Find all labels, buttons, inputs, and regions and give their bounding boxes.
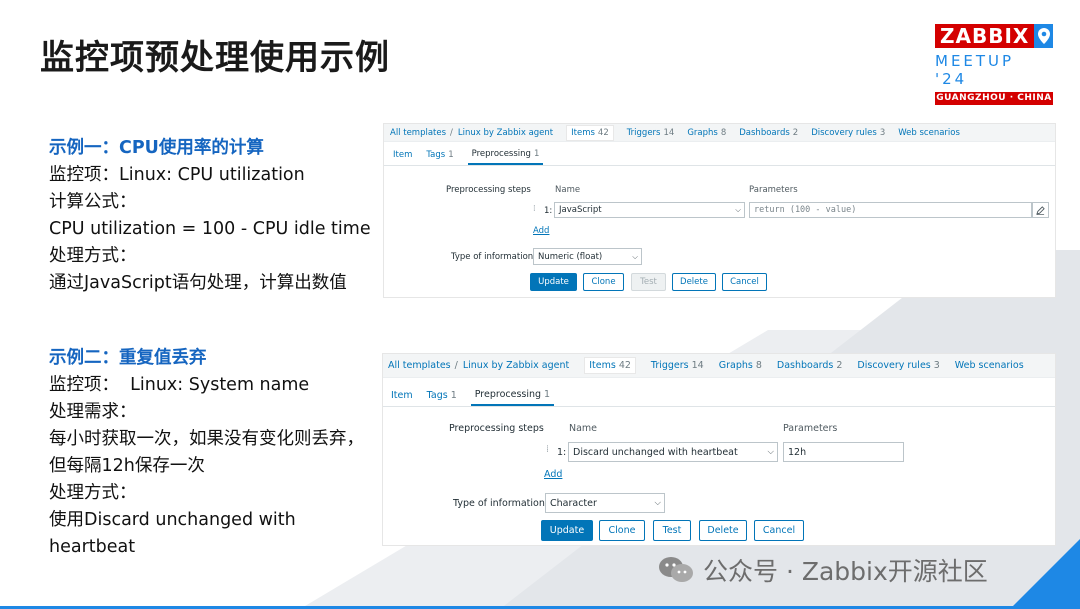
crumb-web-scenarios[interactable]: Web scenarios (898, 128, 960, 138)
test-button[interactable]: Test (653, 520, 691, 541)
cancel-button[interactable]: Cancel (754, 520, 804, 541)
tab-item[interactable]: Item (391, 390, 419, 406)
type-of-information-select[interactable]: Character ⌵ (545, 493, 665, 513)
form-tabs: Item Tags 1 Preprocessing 1 (383, 378, 1055, 407)
heartbeat-input[interactable]: 12h (783, 442, 904, 462)
crumb-triggers[interactable]: Triggers 14 (651, 360, 704, 371)
text-line: 监控项： Linux: System name (49, 375, 310, 395)
text-line: 处理方式： (49, 483, 137, 503)
crumb-template[interactable]: Linux by Zabbix agent (463, 360, 569, 371)
text-line: 监控项：Linux: CPU utilization (49, 165, 305, 185)
tab-item[interactable]: Item (393, 150, 418, 165)
text-line: 处理需求： (49, 402, 137, 422)
crumb-dashboards[interactable]: Dashboards 2 (777, 360, 843, 371)
breadcrumb: All templates Linux by Zabbix agent Item… (384, 124, 1055, 142)
crumb-items[interactable]: Items 42 (584, 357, 636, 374)
test-button[interactable]: Test (631, 273, 666, 291)
crumb-all-templates[interactable]: All templates (388, 360, 458, 371)
zabbix-item-form-javascript: All templates Linux by Zabbix agent Item… (383, 123, 1056, 298)
type-of-information-label: Type of information (453, 498, 545, 509)
tab-preprocessing[interactable]: Preprocessing 1 (470, 389, 555, 406)
example-heading: 示例二：重复值丢弃 (49, 348, 207, 368)
text-line: 但每隔12h保存一次 (49, 456, 205, 476)
delete-button[interactable]: Delete (672, 273, 716, 291)
column-name-header: Name (569, 423, 598, 434)
example-heading: 示例一：CPU使用率的计算 (49, 138, 264, 158)
form-tabs: Item Tags 1 Preprocessing 1 (384, 142, 1055, 166)
column-parameters-header: Parameters (749, 185, 798, 195)
column-parameters-header: Parameters (783, 423, 838, 434)
chevron-down-icon: ⌵ (767, 447, 774, 457)
type-of-information-label: Type of information (451, 252, 534, 262)
step-number: 1: (557, 447, 567, 458)
text-line: 每小时获取一次，如果没有变化则丢弃， (49, 429, 364, 449)
cancel-button[interactable]: Cancel (722, 273, 767, 291)
breadcrumb: All templates Linux by Zabbix agent Item… (383, 354, 1055, 378)
add-step-link[interactable]: Add (533, 226, 549, 236)
crumb-discovery-rules[interactable]: Discovery rules 3 (811, 128, 885, 138)
text-line: heartbeat (49, 537, 136, 557)
chevron-down-icon: ⌵ (735, 205, 741, 214)
crumb-web-scenarios[interactable]: Web scenarios (955, 360, 1024, 371)
update-button[interactable]: Update (541, 520, 593, 541)
clone-button[interactable]: Clone (583, 273, 624, 291)
tab-tags[interactable]: Tags 1 (426, 150, 459, 165)
example-1-text: 示例一：CPU使用率的计算 监控项：Linux: CPU utilization… (49, 135, 371, 297)
chevron-down-icon: ⌵ (654, 498, 661, 508)
parameters-input[interactable]: return (100 - value) (749, 202, 1032, 218)
zabbix-meetup-logo: ZABBIX MEETUP '24 GUANGZHOU · CHINA (935, 24, 1053, 105)
crumb-dashboards[interactable]: Dashboards 2 (739, 128, 798, 138)
edit-icon[interactable] (1032, 202, 1049, 218)
tab-tags[interactable]: Tags 1 (427, 390, 463, 406)
preprocessing-type-select[interactable]: JavaScript ⌵ (554, 202, 745, 218)
wechat-watermark: 公众号 · Zabbix开源社区 (657, 552, 988, 588)
preprocessing-steps-label: Preprocessing steps (449, 423, 544, 434)
tab-preprocessing[interactable]: Preprocessing 1 (467, 149, 544, 165)
zabbix-item-form-discard: All templates Linux by Zabbix agent Item… (382, 353, 1056, 546)
text-line: 处理方式： (49, 246, 137, 266)
clone-button[interactable]: Clone (599, 520, 645, 541)
crumb-items[interactable]: Items 42 (566, 124, 614, 141)
watermark-text: 公众号 · Zabbix开源社区 (703, 557, 988, 586)
crumb-discovery-rules[interactable]: Discovery rules 3 (857, 360, 939, 371)
preprocessing-steps-label: Preprocessing steps (446, 185, 531, 195)
location-pin-icon (1034, 24, 1053, 48)
text-line: 通过JavaScript语句处理，计算出数值 (49, 273, 347, 293)
drag-handle-icon[interactable]: ⁞ (546, 444, 549, 455)
crumb-graphs[interactable]: Graphs 8 (687, 128, 726, 138)
crumb-graphs[interactable]: Graphs 8 (719, 360, 762, 371)
logo-wordmark: ZABBIX (935, 24, 1035, 48)
delete-button[interactable]: Delete (699, 520, 747, 541)
crumb-triggers[interactable]: Triggers 14 (627, 128, 675, 138)
column-name-header: Name (555, 185, 581, 195)
crumb-template[interactable]: Linux by Zabbix agent (458, 128, 553, 138)
logo-meetup: MEETUP '24 (935, 52, 1015, 88)
example-2-text: 示例二：重复值丢弃 监控项： Linux: System name 处理需求： … (49, 345, 364, 561)
chevron-down-icon: ⌵ (632, 251, 638, 261)
text-line: 计算公式： (49, 192, 137, 212)
text-line: 使用Discard unchanged with (49, 510, 296, 530)
logo-city: GUANGZHOU · CHINA (935, 92, 1053, 105)
text-line: CPU utilization = 100 - CPU idle time (49, 219, 371, 239)
drag-handle-icon[interactable]: ⁞ (533, 204, 536, 214)
page-title: 监控项预处理使用示例 (40, 38, 390, 78)
update-button[interactable]: Update (530, 273, 577, 291)
type-of-information-select[interactable]: Numeric (float) ⌵ (533, 248, 642, 265)
wechat-icon (659, 557, 693, 582)
add-step-link[interactable]: Add (544, 469, 562, 480)
preprocessing-type-select[interactable]: Discard unchanged with heartbeat ⌵ (568, 442, 778, 462)
step-number: 1: (544, 206, 553, 216)
crumb-all-templates[interactable]: All templates (390, 128, 453, 138)
